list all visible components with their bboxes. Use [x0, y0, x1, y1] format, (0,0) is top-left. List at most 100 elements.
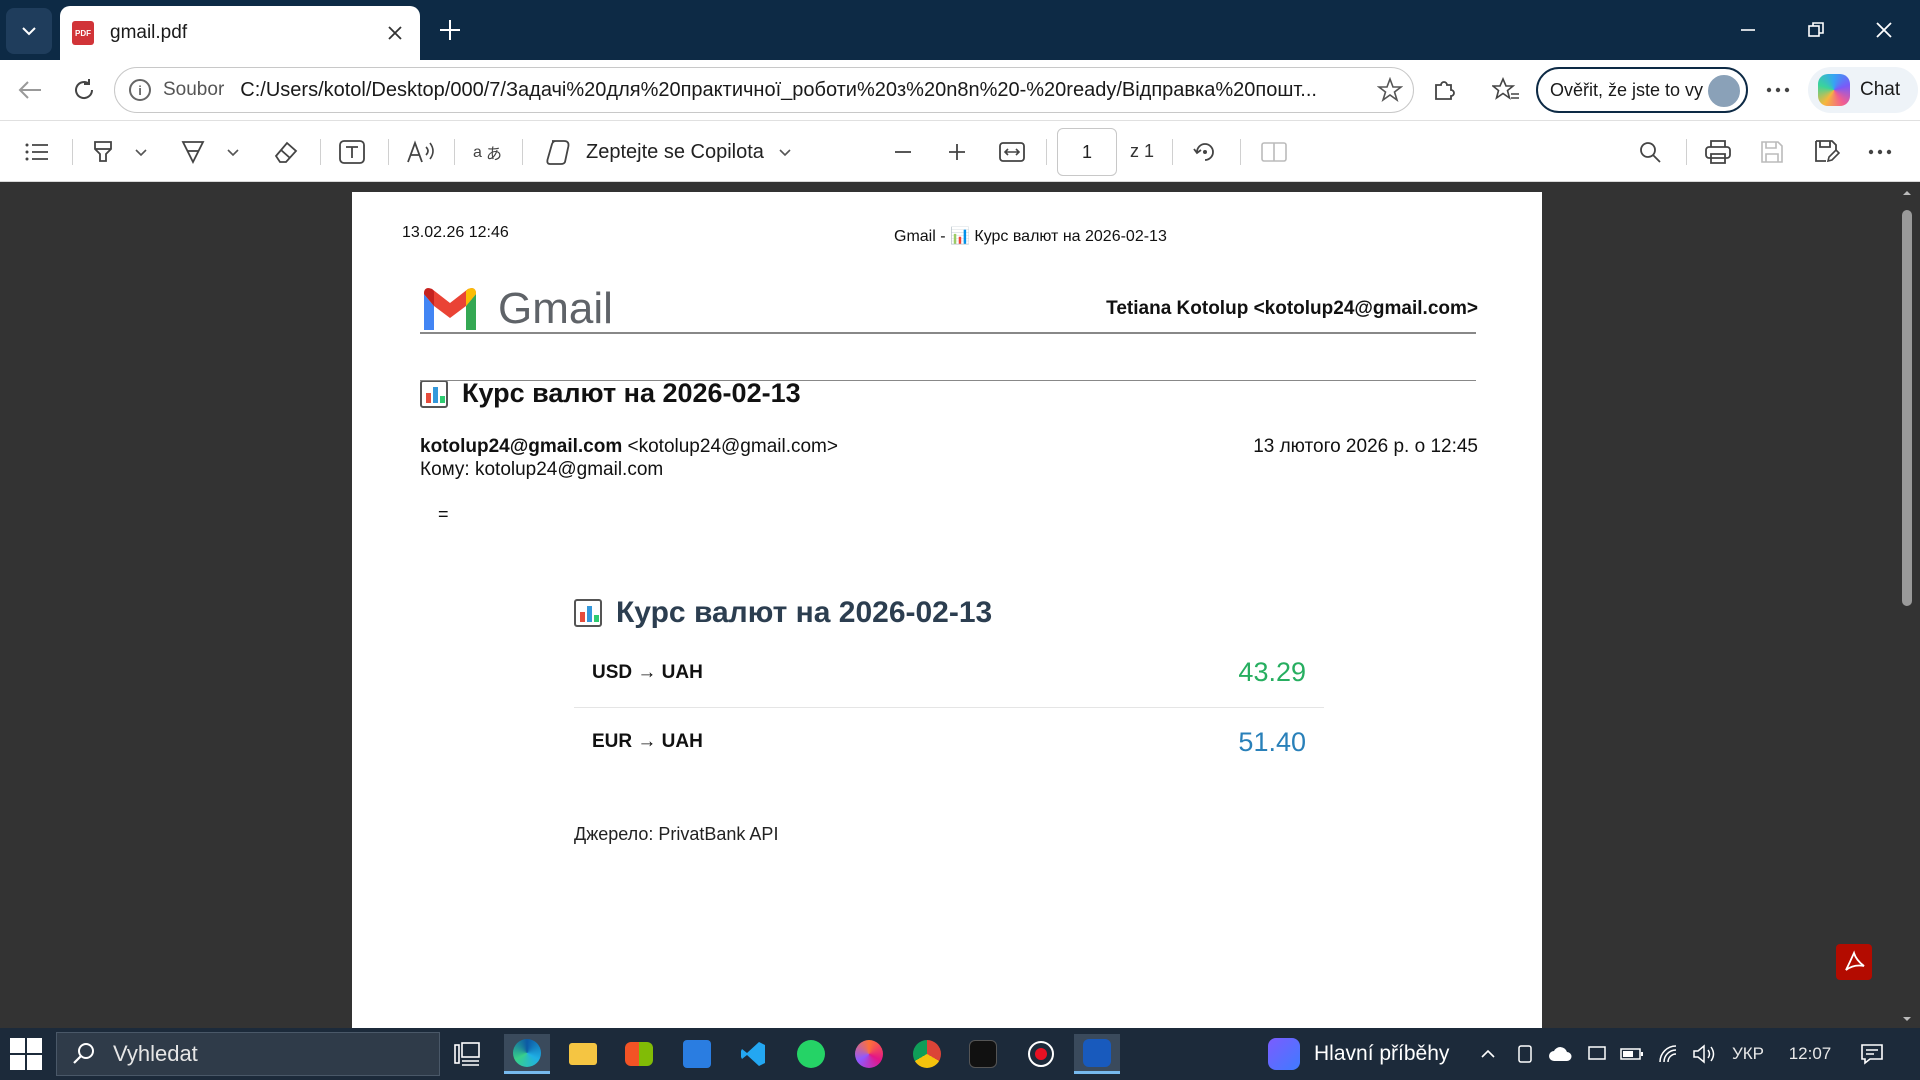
data-source: Джерело: PrivatBank API	[574, 824, 779, 844]
terminal-taskbar-app[interactable]	[960, 1034, 1006, 1074]
acrobat-icon[interactable]	[1836, 944, 1872, 980]
tab-title: gmail.pdf	[110, 22, 188, 43]
find-button[interactable]	[1638, 134, 1662, 170]
erase-button[interactable]	[272, 134, 300, 170]
rotate-icon	[1193, 143, 1214, 161]
arrow-left-icon	[18, 81, 41, 99]
show-hidden-icons-button[interactable]	[1476, 1040, 1500, 1068]
table-of-contents-button[interactable]	[24, 134, 50, 170]
taskbar-search[interactable]: Vyhledat	[56, 1032, 440, 1076]
print-button[interactable]	[1704, 134, 1732, 170]
language-indicator[interactable]: УКР	[1726, 1040, 1770, 1068]
chevron-down-icon	[779, 149, 791, 157]
minimize-button[interactable]	[1726, 10, 1770, 50]
text-box-icon	[339, 140, 365, 164]
volume-tray-icon[interactable]	[1690, 1040, 1718, 1068]
stray-equals: =	[438, 504, 449, 524]
close-icon	[1876, 22, 1892, 38]
new-tab-button[interactable]	[432, 12, 468, 48]
rotate-button[interactable]	[1192, 134, 1218, 170]
close-tab-button[interactable]	[380, 18, 410, 48]
tab-gmail-pdf[interactable]: PDF gmail.pdf	[60, 6, 420, 60]
vertical-scrollbar[interactable]	[1900, 182, 1914, 1028]
read-aloud-button[interactable]	[406, 134, 436, 170]
mail-taskbar-app[interactable]	[674, 1034, 720, 1074]
ask-copilot-button[interactable]: Zeptejte se Copilota	[544, 134, 792, 170]
task-view-button[interactable]	[444, 1034, 490, 1074]
zoom-in-button[interactable]	[946, 134, 968, 170]
search-icon	[1640, 142, 1661, 163]
battery-tray-icon[interactable]	[1618, 1040, 1646, 1068]
restore-button[interactable]	[1794, 10, 1838, 50]
save-icon	[1761, 141, 1783, 163]
bar-chart-icon	[420, 379, 448, 408]
chrome-taskbar-app[interactable]	[904, 1034, 950, 1074]
pdf-toolbar: aあ Zeptejte se Copilota 1 z 1	[0, 120, 1920, 182]
tray-device-icon[interactable]	[1512, 1040, 1538, 1068]
battery-icon	[1620, 1048, 1643, 1060]
favorites-button[interactable]	[1486, 70, 1526, 110]
network-tray-icon[interactable]	[1656, 1040, 1684, 1068]
rate-value: 43.29	[1238, 657, 1306, 687]
word-taskbar-app[interactable]	[1074, 1034, 1120, 1074]
save-as-button[interactable]	[1814, 134, 1840, 170]
draw-button[interactable]	[180, 134, 206, 170]
onedrive-tray-icon[interactable]	[1546, 1040, 1574, 1068]
more-horizontal-icon	[1766, 87, 1790, 93]
read-aloud-icon	[407, 140, 434, 163]
windows-start-button[interactable]	[10, 1038, 42, 1070]
verify-label: Ověřit, že jste to vy	[1550, 79, 1704, 100]
pdf-viewer[interactable]: 13.02.26 12:46 Gmail - 📊 Курс валют на 2…	[0, 182, 1920, 1028]
pen-icon	[181, 141, 205, 165]
email-subject: Курс валют на 2026-02-13	[420, 378, 801, 409]
firefox-taskbar-app[interactable]	[846, 1034, 892, 1074]
extensions-button[interactable]	[1424, 70, 1464, 110]
highlight-options-button[interactable]	[134, 134, 148, 170]
copilot-label: Zeptejte se Copilota	[586, 140, 764, 163]
copilot-chat-button[interactable]: Chat	[1808, 67, 1918, 113]
edge-taskbar-app[interactable]	[504, 1034, 550, 1074]
cloud-icon	[1549, 1047, 1572, 1061]
whatsapp-taskbar-app[interactable]	[788, 1034, 834, 1074]
save-as-icon	[1815, 140, 1840, 163]
notification-center-button[interactable]	[1856, 1040, 1888, 1068]
recipient-line: Кому: kotolup24@gmail.com	[420, 459, 664, 480]
gmail-wordmark: Gmail	[498, 284, 613, 333]
back-button[interactable]	[10, 70, 50, 110]
highlight-button[interactable]	[90, 134, 118, 170]
verify-identity-button[interactable]: Ověřit, že jste to vy	[1536, 67, 1748, 113]
store-taskbar-app[interactable]	[616, 1034, 662, 1074]
recorder-taskbar-app[interactable]	[1018, 1034, 1064, 1074]
address-bar[interactable]: i Soubor C:/Users/kotol/Desktop/000/7/За…	[114, 67, 1414, 113]
zoom-out-button[interactable]	[892, 134, 914, 170]
tab-actions-menu-button[interactable]	[6, 8, 52, 54]
mail-icon	[683, 1040, 711, 1068]
file-explorer-taskbar-app[interactable]	[560, 1034, 606, 1074]
clock[interactable]: 12:07	[1780, 1040, 1840, 1068]
body-title: Курс валют на 2026-02-13	[574, 596, 992, 630]
more-options-button[interactable]	[1868, 134, 1892, 170]
news-widget[interactable]: Hlavní příběhy	[1268, 1034, 1449, 1074]
draw-options-button[interactable]	[226, 134, 240, 170]
whatsapp-icon	[797, 1040, 825, 1068]
body-title-text: Курс валют на 2026-02-13	[616, 596, 993, 629]
fit-to-width-button[interactable]	[998, 134, 1026, 170]
address-url[interactable]: C:/Users/kotol/Desktop/000/7/Задачі%20дл…	[240, 79, 1320, 102]
translate-button[interactable]: aあ	[472, 134, 504, 170]
close-window-button[interactable]	[1862, 10, 1906, 50]
page-number-input[interactable]: 1	[1057, 128, 1117, 176]
tray-display-icon[interactable]	[1584, 1040, 1610, 1068]
vscode-icon	[741, 1042, 765, 1066]
add-text-button[interactable]	[338, 134, 366, 170]
settings-more-button[interactable]	[1758, 70, 1798, 110]
favorite-star-button[interactable]	[1376, 76, 1404, 108]
reload-button[interactable]	[64, 70, 104, 110]
save-button[interactable]	[1760, 134, 1784, 170]
info-icon[interactable]: i	[129, 79, 151, 101]
list-icon	[25, 143, 48, 161]
scrollbar-thumb[interactable]	[1902, 210, 1912, 606]
pdf-page: 13.02.26 12:46 Gmail - 📊 Курс валют на 2…	[352, 192, 1542, 1028]
page-view-button[interactable]	[1260, 134, 1288, 170]
vscode-taskbar-app[interactable]	[730, 1034, 776, 1074]
puzzle-icon	[1435, 81, 1455, 100]
